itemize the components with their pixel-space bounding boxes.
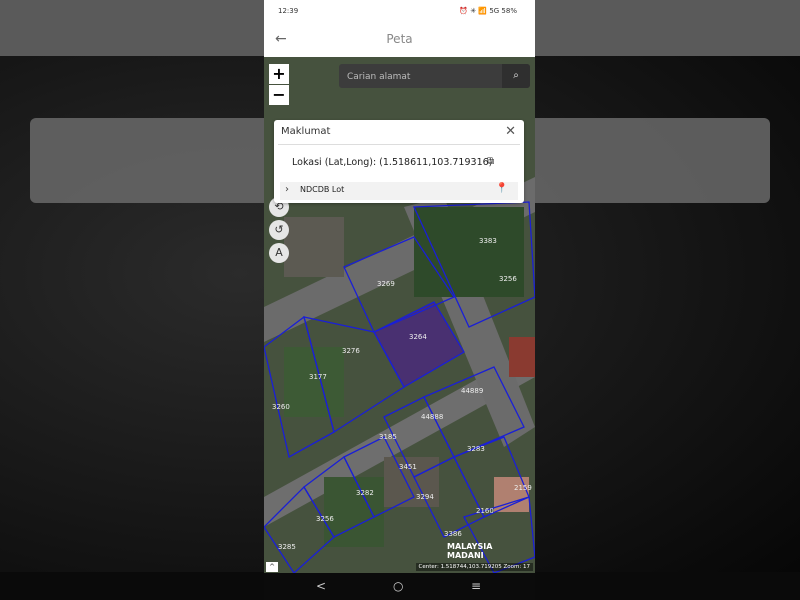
- status-time: 12:39: [278, 7, 299, 15]
- divider: [278, 144, 520, 145]
- lot-label: 3260: [272, 403, 290, 411]
- zoom-in-button[interactable]: +: [269, 64, 289, 84]
- logo-line2: MADANI: [447, 551, 484, 560]
- app-bar: ← Peta: [264, 22, 535, 57]
- lot-label: 2160: [476, 507, 494, 515]
- close-icon[interactable]: ✕: [505, 124, 516, 139]
- android-nav-bar: < ○ ≡: [264, 573, 535, 600]
- copy-icon[interactable]: ⧉: [487, 156, 494, 167]
- lot-label: 44889: [461, 387, 484, 395]
- text-icon[interactable]: A: [269, 243, 289, 263]
- address-search: ⌕: [339, 64, 530, 90]
- lot-label: 3451: [399, 463, 417, 471]
- lot-label: 3383: [479, 237, 497, 245]
- logo-line1: MALAYSIA: [447, 542, 493, 551]
- lot-label: 44888: [421, 413, 444, 421]
- info-popup: Maklumat ✕ Lokasi (Lat,Long): (1.518611,…: [274, 120, 524, 203]
- lot-label: 3386: [444, 530, 462, 538]
- lot-label: 3276: [342, 347, 360, 355]
- location-text: Lokasi (Lat,Long): (1.518611,103.719316): [292, 157, 493, 168]
- map-tools: ⟲ ↺ A: [269, 197, 289, 266]
- status-icons: ⏰ ✳ 📶 5G 58%: [459, 7, 517, 15]
- lot-label: 2159: [514, 484, 532, 492]
- popup-title: Maklumat: [281, 126, 331, 137]
- lot-label: 3285: [278, 543, 296, 551]
- lot-label: 3264: [409, 333, 427, 341]
- lot-label: 3185: [379, 433, 397, 441]
- nav-home-button[interactable]: ○: [393, 579, 403, 593]
- page-title: Peta: [386, 32, 413, 46]
- map-view[interactable]: 3383 3256 3269 3264 3276 3177 3260 44889…: [264, 57, 535, 573]
- map-status: Center: 1.518744,103.719205 Zoom: 17: [415, 563, 533, 571]
- malaysia-madani-logo: MALAYSIA MADANI: [447, 542, 492, 560]
- zoom-controls: + −: [269, 64, 289, 106]
- search-icon[interactable]: ⌕: [502, 64, 530, 88]
- lot-label: 3283: [467, 445, 485, 453]
- collapse-icon[interactable]: ^: [266, 562, 278, 572]
- lot-label: 3256: [316, 515, 334, 523]
- nav-recent-button[interactable]: ≡: [471, 579, 481, 593]
- phone-screen: 12:39 ⏰ ✳ 📶 5G 58% ← Peta 3383 3256 3269…: [264, 0, 535, 600]
- lot-label: 3177: [309, 373, 327, 381]
- chevron-right-icon: ›: [285, 184, 289, 195]
- lot-label: 3282: [356, 489, 374, 497]
- ndcdb-lot-row[interactable]: › NDCDB Lot 📍: [280, 182, 518, 200]
- lot-label: 3256: [499, 275, 517, 283]
- nav-back-button[interactable]: <: [316, 579, 326, 593]
- ndcdb-lot-label: NDCDB Lot: [300, 185, 345, 194]
- status-bar: 12:39 ⏰ ✳ 📶 5G 58%: [264, 0, 535, 22]
- lot-label: 3269: [377, 280, 395, 288]
- zoom-out-button[interactable]: −: [269, 85, 289, 105]
- measure-icon[interactable]: ↺: [269, 220, 289, 240]
- lot-label: 3294: [416, 493, 434, 501]
- search-input[interactable]: [339, 64, 507, 90]
- pin-icon[interactable]: 📍: [496, 183, 508, 194]
